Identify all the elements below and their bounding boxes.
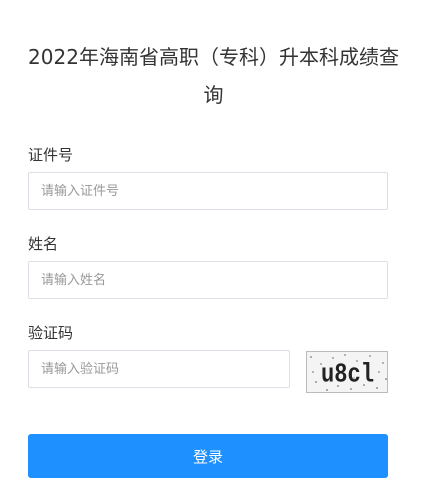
captcha-label: 验证码 [28,324,74,342]
id-label: 证件号 [28,146,74,164]
page-title: 2022年海南省高职（专科）升本科成绩查询 [28,45,399,107]
name-label: 姓名 [28,235,59,253]
captcha-text: u8cl [321,361,374,390]
captcha-image[interactable]: u8cl [306,351,388,393]
id-number-input[interactable] [28,172,388,210]
captcha-input[interactable] [28,350,290,388]
login-page: 2022年海南省高职（专科）升本科成绩查询 证件号 姓名 验证码 u8cl 登录 [0,0,427,492]
captcha-noise: u8cl [310,354,387,391]
login-button[interactable]: 登录 [28,434,388,478]
name-input[interactable] [28,261,388,299]
